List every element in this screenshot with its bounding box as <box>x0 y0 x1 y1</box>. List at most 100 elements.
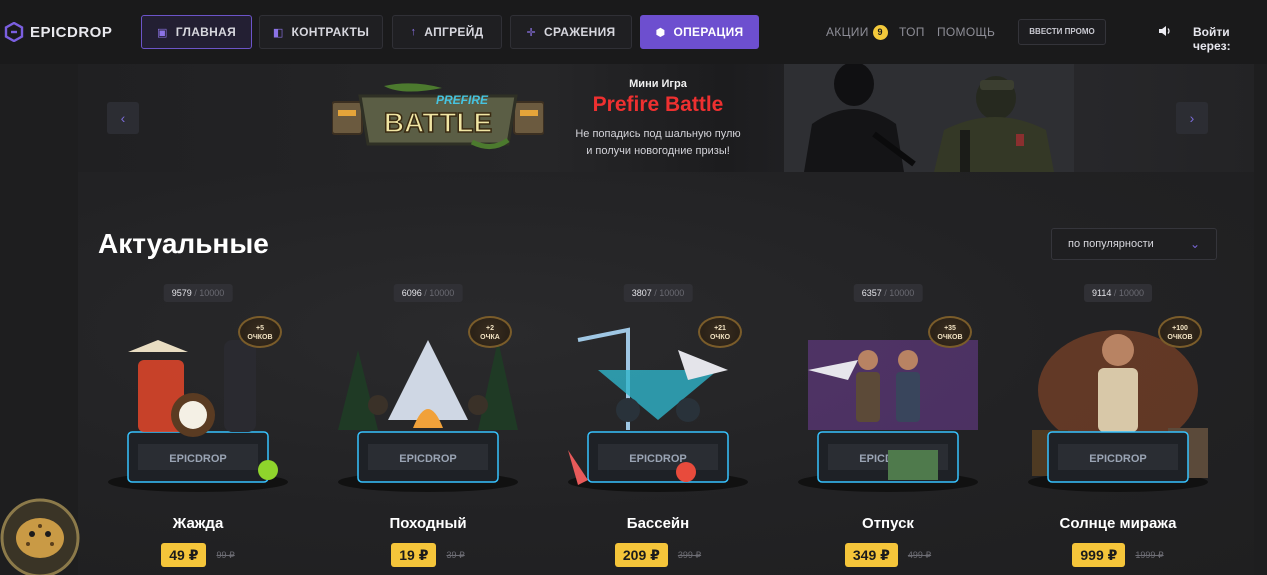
case-card-basseyn[interactable]: 3807 / 10000 EPICDROP +21 ОЧКО Бассейн 2… <box>548 284 768 575</box>
help-link[interactable]: ПОМОЩЬ <box>937 25 995 39</box>
banner-next-button[interactable]: › <box>1176 102 1208 134</box>
case-old-price: 39 ₽ <box>446 549 465 560</box>
promotions-link[interactable]: АКЦИИ 9 <box>826 25 888 41</box>
top-link[interactable]: ТОП <box>899 25 925 39</box>
gift-icon: ▣ <box>156 26 168 39</box>
login-via-label: Войти через: <box>1193 25 1231 53</box>
nav-operation[interactable]: ⬢ ОПЕРАЦИЯ <box>640 15 759 49</box>
points-value: +100 <box>1172 325 1188 332</box>
svg-text:EPICDROP: EPICDROP <box>1089 453 1146 465</box>
case-card-otpusk[interactable]: 6357 / 10000 EPICDROP +35 ОЧКОВ Отпуск 3… <box>778 284 998 575</box>
nav-battles-label: СРАЖЕНИЯ <box>544 25 616 39</box>
case-count: 9579 <box>171 288 192 298</box>
nav-contracts[interactable]: ◧ КОНТРАКТЫ <box>259 15 383 49</box>
prefire-battle-logo: PREFIRE BATTLE <box>332 83 544 149</box>
soldiers-illustration <box>784 64 1074 172</box>
banner-prev-button[interactable]: ‹ <box>107 102 139 134</box>
case-max: 10000 <box>659 288 685 298</box>
case-old-price: 1999 ₽ <box>1135 549 1164 560</box>
case-count: 6096 <box>401 288 422 298</box>
case-card-pokhodny[interactable]: 6096 / 10000 EPICDROP +2 ОЧКА Походный 1… <box>318 284 538 575</box>
banner-mini-label: Мини Игра <box>629 78 687 90</box>
case-count: 9114 <box>1092 288 1112 298</box>
case-price-row: 49 ₽ 99 ₽ <box>88 543 308 567</box>
nav-battles[interactable]: ✛ СРАЖЕНИЯ <box>510 15 632 49</box>
shield-icon: ⬢ <box>655 26 666 39</box>
case-price-row: 349 ₽ 499 ₽ <box>778 543 998 567</box>
logo-text: EPICDROP <box>30 23 113 41</box>
svg-text:EPICDROP: EPICDROP <box>169 453 226 465</box>
case-price-row: 999 ₽ 1999 ₽ <box>1008 543 1228 567</box>
sort-selected-value: по популярности <box>1068 238 1154 250</box>
case-old-price: 499 ₽ <box>907 549 932 560</box>
case-price[interactable]: 999 ₽ <box>1072 543 1126 567</box>
case-limit-counter: 3807 / 10000 <box>623 284 693 302</box>
nav-main[interactable]: ▣ ГЛАВНАЯ <box>141 15 252 49</box>
promotions-count-badge: 9 <box>872 25 888 41</box>
case-points-badge: +21 ОЧКО <box>698 316 742 348</box>
case-points-badge: +5 ОЧКОВ <box>238 316 282 348</box>
banner-desc-line-1: Не попадись под шальную пулю <box>575 128 741 140</box>
sort-dropdown[interactable]: по популярности ⌄ <box>1051 228 1217 260</box>
chevron-left-icon: ‹ <box>120 110 126 126</box>
case-card-zhazhda[interactable]: 9579 / 10000 EPICDROP +5 ОЧКОВ Жажда 49 … <box>88 284 308 575</box>
banner-description: Не попадись под шальную пулю и получи но… <box>560 126 756 160</box>
points-value: +35 <box>944 325 956 332</box>
speaker-icon[interactable] <box>1158 24 1172 38</box>
banner-title: Prefire Battle <box>592 93 724 116</box>
case-max: 10000 <box>199 288 225 298</box>
case-name: Походный <box>389 515 467 532</box>
top-header: EPICDROP ▣ ГЛАВНАЯ ◧ КОНТРАКТЫ ↑ АПГРЕЙД… <box>0 0 1267 64</box>
points-unit: ОЧКОВ <box>937 334 963 341</box>
points-unit: ОЧКО <box>709 334 731 341</box>
nav-contracts-label: КОНТРАКТЫ <box>291 25 370 39</box>
case-old-price: 99 ₽ <box>216 549 235 560</box>
epicdrop-logo-icon <box>4 22 24 42</box>
case-name: Бассейн <box>626 515 690 532</box>
leopard-mascot-avatar[interactable] <box>0 492 86 575</box>
case-points-badge: +2 ОЧКА <box>468 316 512 348</box>
case-price-row: 19 ₽ 39 ₽ <box>318 543 538 567</box>
case-card-solntse-mirazha[interactable]: 9114 / 10000 EPICDROP +100 ОЧКОВ Солнце … <box>1008 284 1228 575</box>
case-price[interactable]: 19 ₽ <box>391 543 437 567</box>
case-limit-counter: 6096 / 10000 <box>393 284 463 302</box>
promotions-label: АКЦИИ <box>826 25 869 39</box>
site-logo[interactable]: EPICDROP <box>4 22 112 42</box>
nav-upgrade[interactable]: ↑ АПГРЕЙД <box>392 15 502 49</box>
case-name: Солнце миража <box>1059 515 1177 532</box>
case-count: 3807 <box>631 288 652 298</box>
case-limit-counter: 6357 / 10000 <box>853 284 923 302</box>
case-max: 10000 <box>429 288 455 298</box>
points-value: +2 <box>486 325 494 332</box>
upgrade-arrow-icon: ↑ <box>410 26 417 38</box>
points-value: +5 <box>256 325 264 332</box>
case-count: 6357 <box>861 288 882 298</box>
enter-promo-button[interactable]: ВВЕСТИ ПРОМО <box>1018 19 1106 45</box>
svg-text:EPICDROP: EPICDROP <box>629 453 686 465</box>
chevron-right-icon: › <box>1189 110 1195 126</box>
case-limit-counter: 9579 / 10000 <box>163 284 233 302</box>
nav-main-label: ГЛАВНАЯ <box>175 25 237 39</box>
case-price-row: 209 ₽ 399 ₽ <box>548 543 768 567</box>
case-price[interactable]: 209 ₽ <box>614 543 668 567</box>
points-value: +21 <box>714 325 726 332</box>
crosshair-icon: ✛ <box>526 26 537 39</box>
case-name: Отпуск <box>862 515 914 532</box>
logo-battle-text: BATTLE <box>384 107 492 138</box>
case-points-badge: +100 ОЧКОВ <box>1158 316 1202 348</box>
banner-desc-line-2: и получи новогодние призы! <box>586 145 730 157</box>
case-limit-counter: 9114 / 10000 <box>1084 284 1152 302</box>
contract-icon: ◧ <box>272 26 284 39</box>
svg-text:EPICDROP: EPICDROP <box>399 453 456 465</box>
case-points-badge: +35 ОЧКОВ <box>928 316 972 348</box>
chevron-down-icon: ⌄ <box>1189 237 1200 251</box>
points-unit: ОЧКОВ <box>1167 334 1193 341</box>
case-max: 10000 <box>1118 288 1144 298</box>
points-unit: ОЧКОВ <box>247 334 273 341</box>
case-price[interactable]: 49 ₽ <box>161 543 207 567</box>
nav-upgrade-label: АПГРЕЙД <box>424 25 484 39</box>
case-old-price: 399 ₽ <box>677 549 702 560</box>
case-max: 10000 <box>889 288 915 298</box>
case-price[interactable]: 349 ₽ <box>844 543 898 567</box>
nav-operation-label: ОПЕРАЦИЯ <box>673 25 744 39</box>
